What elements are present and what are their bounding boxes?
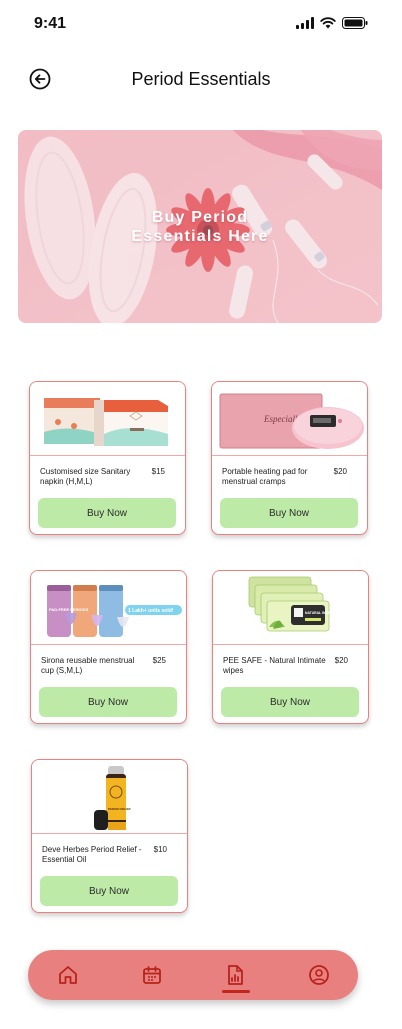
wifi-icon <box>320 17 336 29</box>
product-name: Portable heating pad for menstrual cramp… <box>222 467 308 486</box>
promo-banner[interactable]: Buy Period Essentials Here <box>18 130 382 323</box>
active-tab-indicator <box>222 990 250 993</box>
product-price: $15 <box>151 467 165 476</box>
page-title: Period Essentials <box>131 69 271 89</box>
profile-icon[interactable] <box>307 963 331 987</box>
cup-sold-tag: 1 Lakh+ units sold! <box>128 608 174 614</box>
product-card[interactable]: NATURAL INTIMATE PEE SAFE - Natural Inti… <box>212 570 369 724</box>
bottom-nav <box>28 950 358 1000</box>
battery-icon <box>342 17 368 29</box>
buy-now-button[interactable]: Buy Now <box>40 876 178 906</box>
signal-icon <box>296 17 314 29</box>
banner-headline: Buy Period Essentials Here <box>18 208 382 246</box>
home-icon[interactable] <box>56 963 80 987</box>
product-image-menstrual-cup: PAD-FREE PERIODS 1 Lakh+ units sold! <box>31 571 186 645</box>
product-card[interactable]: PAD-FREE PERIODS 1 Lakh+ units sold! Sir… <box>30 570 187 724</box>
product-price: $20 <box>333 467 347 476</box>
buy-now-button[interactable]: Buy Now <box>38 498 176 528</box>
banner-line-2: Essentials Here <box>131 228 269 245</box>
product-price: $20 <box>334 656 348 665</box>
cup-box-text: PAD-FREE PERIODS <box>49 607 89 612</box>
buy-now-button[interactable]: Buy Now <box>220 498 358 528</box>
product-name: Deve Herbes Period Relief - Essential Oi… <box>42 845 142 864</box>
product-name: Customised size Sanitary napkin (H,M,L) <box>40 467 131 486</box>
product-image-essential-oil: PERIOD RELIEF <box>32 760 187 834</box>
buy-now-button[interactable]: Buy Now <box>39 687 177 717</box>
product-price: $10 <box>153 845 167 854</box>
report-icon[interactable] <box>223 963 247 987</box>
product-card[interactable]: Especially fo Portable heating pad for m… <box>211 381 368 535</box>
header: Period Essentials <box>0 60 402 100</box>
product-card[interactable]: PERIOD RELIEF Deve Herbes Period Relief … <box>31 759 188 913</box>
product-card[interactable]: Customised size Sanitary napkin (H,M,L) … <box>29 381 186 535</box>
product-image-heating-pad: Especially fo <box>212 382 367 456</box>
status-icons <box>296 17 368 29</box>
product-image-sanitary-napkin <box>30 382 185 456</box>
buy-now-button[interactable]: Buy Now <box>221 687 359 717</box>
product-image-intimate-wipes: NATURAL INTIMATE <box>213 571 368 645</box>
product-name: PEE SAFE - Natural Intimate wipes <box>223 656 326 675</box>
wipes-label-text: NATURAL INTIMATE <box>305 611 339 615</box>
calendar-icon[interactable] <box>140 963 164 987</box>
status-time: 9:41 <box>34 15 67 32</box>
oil-label-text: PERIOD RELIEF <box>108 807 131 811</box>
product-price: $25 <box>152 656 166 665</box>
banner-line-1: Buy Period <box>151 209 249 226</box>
product-name: Sirona reusable menstrual cup (S,M,L) <box>41 656 135 675</box>
status-bar: 9:41 <box>0 0 402 50</box>
